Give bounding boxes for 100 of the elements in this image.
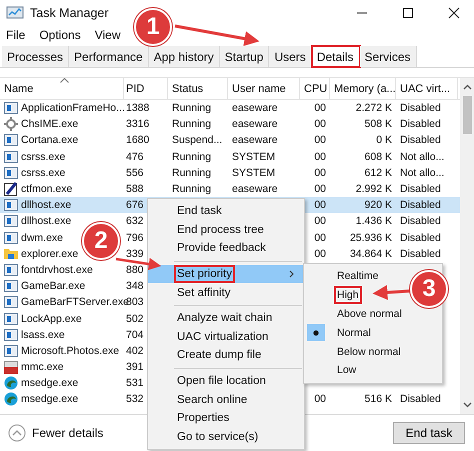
column-header[interactable]: UAC virt... xyxy=(400,82,450,94)
table-cell: 00 xyxy=(314,166,326,179)
table-cell: 25.936 K xyxy=(350,232,392,244)
menu-option[interactable]: Properties xyxy=(148,408,304,428)
menu-option[interactable]: End task xyxy=(148,202,304,221)
process-name[interactable]: Microsoft.Photos.exe xyxy=(21,344,120,357)
table-cell: 920 K xyxy=(364,199,392,212)
menu-item[interactable]: Options xyxy=(39,28,81,42)
process-name[interactable]: Cortana.exe xyxy=(21,134,78,146)
column-header[interactable]: Name xyxy=(4,82,34,94)
menu-option[interactable]: Provide feedback xyxy=(148,239,304,258)
scroll-down-icon[interactable] xyxy=(462,402,472,408)
scrollbar-thumb[interactable] xyxy=(462,96,472,134)
tab[interactable]: Services xyxy=(360,46,417,67)
column-header[interactable]: User name xyxy=(232,82,286,94)
table-cell: easeware xyxy=(232,102,278,114)
process-name[interactable]: mmc.exe xyxy=(21,361,64,374)
menu-option[interactable]: Open file location xyxy=(148,372,304,390)
menu-option[interactable]: Search online xyxy=(148,390,304,409)
collapse-icon[interactable] xyxy=(8,424,26,442)
table-cell: 516 K xyxy=(364,393,392,406)
browser-icon xyxy=(4,392,18,406)
menu-item[interactable]: File xyxy=(6,28,26,42)
table-cell: 339 xyxy=(126,248,144,260)
process-name[interactable]: dwm.exe xyxy=(21,232,64,244)
table-cell: 532 xyxy=(126,393,144,406)
fewer-details-link[interactable]: Fewer details xyxy=(32,426,104,440)
process-name[interactable]: fontdrvhost.exe xyxy=(21,264,93,276)
scroll-up-icon[interactable] xyxy=(462,84,472,90)
table-cell: 0 K xyxy=(376,134,392,146)
tab[interactable]: App history xyxy=(148,46,220,67)
table-cell: 391 xyxy=(126,361,144,374)
sort-caret-icon xyxy=(60,78,69,83)
table-cell: 00 xyxy=(314,118,326,130)
menu-option[interactable]: Analyze wait chain xyxy=(148,308,304,328)
table-cell: 556 xyxy=(126,166,144,179)
column-header[interactable]: Memory (a... xyxy=(334,82,396,94)
folder-icon xyxy=(4,247,18,260)
process-name[interactable]: ApplicationFrameHo... xyxy=(21,102,125,114)
menu-option[interactable]: Normal xyxy=(304,323,442,342)
table-cell: Disabled xyxy=(400,215,441,228)
app-window-icon xyxy=(4,280,18,292)
process-name[interactable]: dllhost.exe xyxy=(21,199,72,212)
process-name[interactable]: msedge.exe xyxy=(21,393,78,406)
browser-icon xyxy=(4,376,18,390)
close-icon[interactable] xyxy=(448,7,460,19)
pen-icon xyxy=(4,182,18,196)
column-header[interactable]: PID xyxy=(126,82,144,94)
table-cell: 476 xyxy=(126,150,144,163)
process-name[interactable]: LockApp.exe xyxy=(21,312,82,325)
table-cell: 34.864 K xyxy=(350,248,392,260)
app-window-icon xyxy=(4,264,18,276)
process-name[interactable]: lsass.exe xyxy=(21,328,65,341)
table-cell: easeware xyxy=(232,183,278,196)
app-window-icon xyxy=(4,134,18,146)
table-cell: Running xyxy=(172,102,212,114)
table-cell: 508 K xyxy=(364,118,392,130)
process-name[interactable]: msedge.exe xyxy=(21,377,78,390)
app-window-icon xyxy=(4,328,18,341)
table-cell: 1680 xyxy=(126,134,150,146)
table-cell: 1388 xyxy=(126,102,150,114)
menu-option[interactable]: Low xyxy=(304,360,442,380)
tab[interactable]: Startup xyxy=(220,46,270,67)
menu-option[interactable]: Go to service(s) xyxy=(148,428,304,446)
menu-option[interactable]: UAC virtualization xyxy=(148,328,304,346)
menu-item[interactable]: View xyxy=(94,28,120,42)
menu-option[interactable]: Below normal xyxy=(304,342,442,361)
table-cell: 00 xyxy=(314,215,326,228)
table-cell: Disabled xyxy=(400,393,441,406)
table-cell: 612 K xyxy=(364,166,392,179)
table-cell: Running xyxy=(172,183,212,196)
menu-option[interactable]: Set priority xyxy=(148,264,304,284)
process-name[interactable]: dllhost.exe xyxy=(21,215,72,228)
tab[interactable]: Performance xyxy=(69,46,149,67)
app-window-icon xyxy=(4,150,18,163)
table-cell: 00 xyxy=(314,248,326,260)
menu-option[interactable]: Create dump file xyxy=(148,346,304,365)
process-name[interactable]: csrss.exe xyxy=(21,150,66,163)
menu-option[interactable]: Set affinity xyxy=(148,283,304,302)
menu-option[interactable]: End process tree xyxy=(148,220,304,240)
app-window-icon xyxy=(4,199,18,212)
column-header[interactable]: CPU xyxy=(304,82,328,94)
table-cell: 00 xyxy=(314,393,326,406)
tab[interactable]: Users xyxy=(269,46,312,67)
column-header[interactable]: Status xyxy=(172,82,204,94)
table-cell: Suspend... xyxy=(172,134,222,146)
table-cell: 2.992 K xyxy=(356,183,392,196)
end-task-button[interactable]: End task xyxy=(393,422,465,444)
table-cell: 502 xyxy=(126,312,144,325)
tab[interactable]: Processes xyxy=(2,46,70,67)
table-cell: SYSTEM xyxy=(232,150,276,163)
process-name[interactable]: GameBar.exe xyxy=(21,280,86,292)
process-name[interactable]: ctfmon.exe xyxy=(21,183,72,196)
table-cell: 348 xyxy=(126,280,144,292)
maximize-icon[interactable] xyxy=(402,7,414,19)
table-cell: 00 xyxy=(314,150,326,163)
process-name[interactable]: ChsIME.exe xyxy=(21,118,78,130)
tab[interactable]: Details xyxy=(312,46,360,67)
process-name[interactable]: csrss.exe xyxy=(21,166,66,179)
process-name[interactable]: explorer.exe xyxy=(21,248,78,260)
